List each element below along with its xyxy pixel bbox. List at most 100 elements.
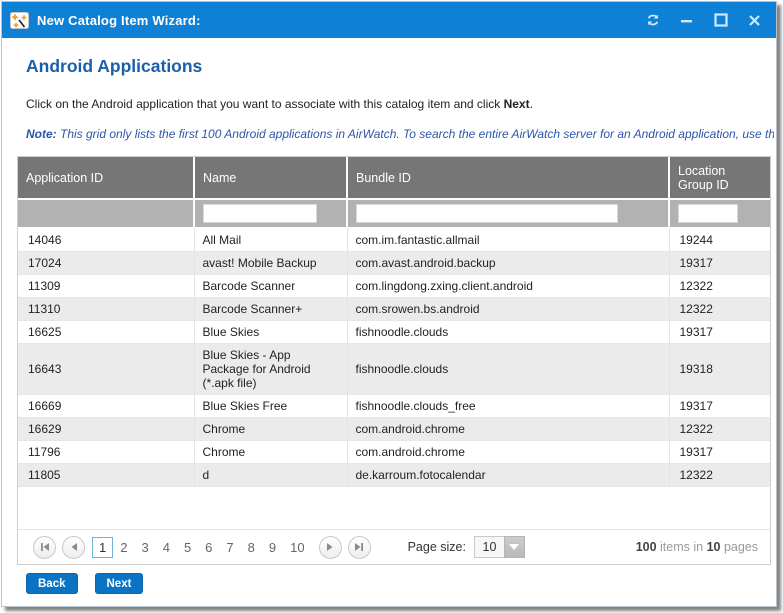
cell-application-id[interactable]: 11310 [18,298,194,321]
table-row[interactable]: 11309Barcode Scannercom.lingdong.zxing.c… [18,275,770,298]
page-size-dropdown[interactable]: 10 [474,536,525,558]
page-number[interactable]: 9 [262,537,283,558]
window-title: New Catalog Item Wizard: [37,13,201,28]
cell-bundle-id[interactable]: fishnoodle.clouds_free [347,395,669,418]
bundle-id-filter-input[interactable] [356,204,618,223]
items-count: 100 [636,540,657,554]
header-row: Application ID Name Bundle ID Location G… [18,157,770,199]
cell-location-group-id[interactable]: 19318 [669,344,770,395]
cell-name[interactable]: All Mail [194,228,347,252]
maximize-icon[interactable] [713,13,728,28]
cell-location-group-id[interactable]: 19244 [669,228,770,252]
previous-page-button[interactable] [62,536,85,559]
cell-bundle-id[interactable]: fishnoodle.clouds [347,321,669,344]
page-number[interactable]: 7 [219,537,240,558]
page-number[interactable]: 8 [241,537,262,558]
cell-location-group-id[interactable]: 12322 [669,298,770,321]
page-size-group: Page size: 10 [408,536,525,558]
table-row[interactable]: 16629Chromecom.android.chrome12322 [18,418,770,441]
cell-location-group-id[interactable]: 12322 [669,418,770,441]
cell-location-group-id[interactable]: 12322 [669,464,770,487]
instruction-text: Click on the Android application that yo… [26,97,533,111]
grid-body: 14046All Mailcom.im.fantastic.allmail192… [18,228,770,487]
table-row[interactable]: 11805dde.karroum.fotocalendar12322 [18,464,770,487]
cell-location-group-id[interactable]: 19317 [669,321,770,344]
cell-name[interactable]: Blue Skies [194,321,347,344]
items-info: 100 items in 10 pages [636,540,758,554]
cell-name[interactable]: avast! Mobile Backup [194,252,347,275]
items-text: items in [657,540,707,554]
cell-name[interactable]: Chrome [194,441,347,464]
cell-application-id[interactable]: 14046 [18,228,194,252]
filter-cell-name [194,199,347,228]
column-header-location-group-id[interactable]: Location Group ID [669,157,770,199]
cell-location-group-id[interactable]: 12322 [669,275,770,298]
cell-bundle-id[interactable]: fishnoodle.clouds [347,344,669,395]
table-row[interactable]: 11796Chromecom.android.chrome19317 [18,441,770,464]
cell-location-group-id[interactable]: 19317 [669,252,770,275]
cell-application-id[interactable]: 11805 [18,464,194,487]
page-size-dropdown-arrow[interactable] [504,536,525,558]
page-number[interactable]: 6 [198,537,219,558]
column-header-bundle-id[interactable]: Bundle ID [347,157,669,199]
refresh-icon[interactable] [645,13,660,28]
table-row[interactable]: 16643Blue Skies - App Package for Androi… [18,344,770,395]
cell-application-id[interactable]: 16643 [18,344,194,395]
cell-bundle-id[interactable]: com.srowen.bs.android [347,298,669,321]
filter-cell-location-group-id [669,199,770,228]
column-header-application-id[interactable]: Application ID [18,157,194,199]
table-row[interactable]: 16669Blue Skies Freefishnoodle.clouds_fr… [18,395,770,418]
location-group-filter-input[interactable] [678,204,738,223]
cell-application-id[interactable]: 17024 [18,252,194,275]
instruction-prefix: Click on the Android application that yo… [26,97,504,111]
next-page-button[interactable] [319,536,342,559]
cell-bundle-id[interactable]: com.android.chrome [347,441,669,464]
minimize-icon[interactable] [679,13,694,28]
pages-text: pages [720,540,758,554]
close-icon[interactable] [747,13,762,28]
cell-name[interactable]: Chrome [194,418,347,441]
back-button[interactable]: Back [26,573,78,594]
cell-bundle-id[interactable]: de.karroum.fotocalendar [347,464,669,487]
cell-name[interactable]: Blue Skies - App Package for Android (*.… [194,344,347,395]
page-number[interactable]: 1 [92,537,113,558]
wizard-app-icon [10,12,29,29]
cell-bundle-id[interactable]: com.android.chrome [347,418,669,441]
cell-application-id[interactable]: 16625 [18,321,194,344]
table-row[interactable]: 16625Blue Skiesfishnoodle.clouds19317 [18,321,770,344]
cell-application-id[interactable]: 11796 [18,441,194,464]
cell-application-id[interactable]: 11309 [18,275,194,298]
column-header-name[interactable]: Name [194,157,347,199]
cell-name[interactable]: Barcode Scanner+ [194,298,347,321]
screen: New Catalog Item Wizard: [0,0,783,613]
table-row[interactable]: 11310Barcode Scanner+com.srowen.bs.andro… [18,298,770,321]
cell-location-group-id[interactable]: 19317 [669,395,770,418]
titlebar: New Catalog Item Wizard: [2,2,776,38]
last-page-button[interactable] [348,536,371,559]
filter-cell-bundle-id [347,199,669,228]
note-label: Note: [26,127,57,141]
cell-name[interactable]: Blue Skies Free [194,395,347,418]
name-filter-input[interactable] [203,204,317,223]
note-body: This grid only lists the first 100 Andro… [57,127,774,141]
table-row[interactable]: 14046All Mailcom.im.fantastic.allmail192… [18,228,770,252]
instruction-suffix: . [530,97,533,111]
table-row[interactable]: 17024avast! Mobile Backupcom.avast.andro… [18,252,770,275]
footer-buttons: Back Next [26,573,143,594]
cell-name[interactable]: d [194,464,347,487]
page-number[interactable]: 2 [113,537,134,558]
cell-name[interactable]: Barcode Scanner [194,275,347,298]
cell-bundle-id[interactable]: com.im.fantastic.allmail [347,228,669,252]
cell-location-group-id[interactable]: 19317 [669,441,770,464]
page-number[interactable]: 10 [283,537,311,558]
next-button[interactable]: Next [95,573,144,594]
cell-application-id[interactable]: 16669 [18,395,194,418]
page-number[interactable]: 3 [134,537,155,558]
page-number[interactable]: 5 [177,537,198,558]
cell-application-id[interactable]: 16629 [18,418,194,441]
first-page-button[interactable] [33,536,56,559]
cell-bundle-id[interactable]: com.lingdong.zxing.client.android [347,275,669,298]
page-number[interactable]: 4 [156,537,177,558]
pager: 12345678910 Page size: 10 100 [18,529,770,564]
cell-bundle-id[interactable]: com.avast.android.backup [347,252,669,275]
